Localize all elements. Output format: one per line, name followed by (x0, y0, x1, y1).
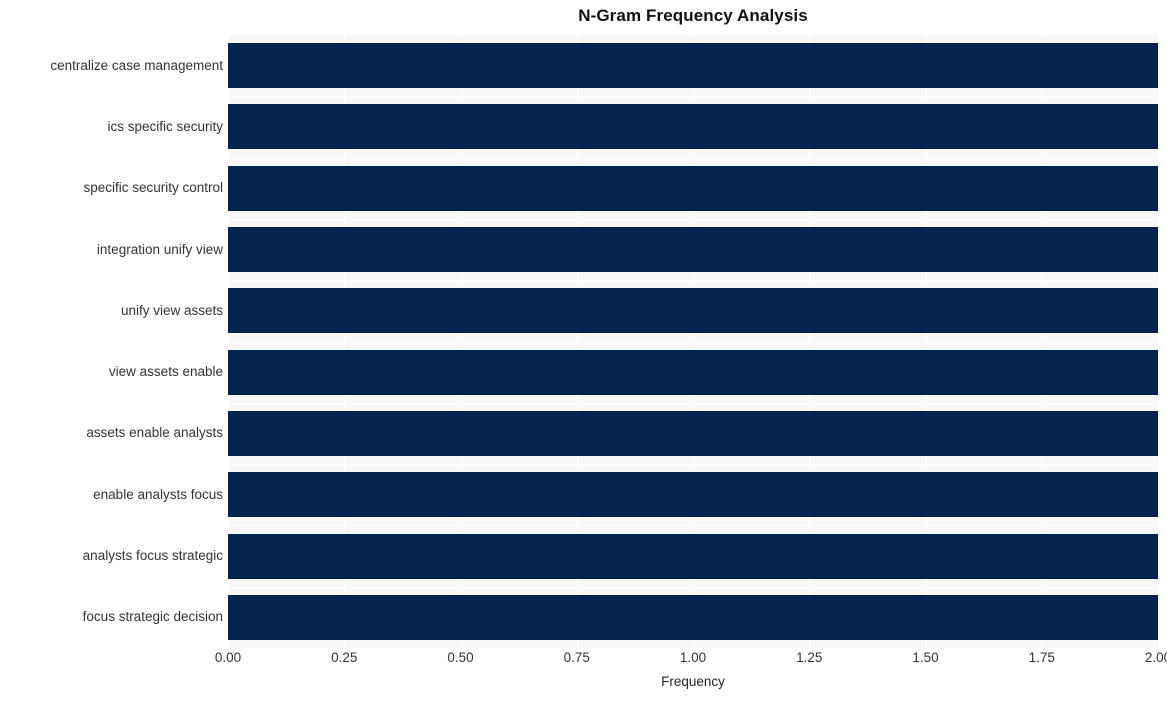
x-axis-tick-label: 1.50 (912, 650, 939, 665)
x-axis-tick-label: 2.00 (1144, 650, 1167, 665)
x-axis-label: Frequency (661, 674, 725, 689)
bar (228, 594, 1158, 640)
plot-area (228, 35, 1159, 648)
vertical-gridline (1158, 35, 1159, 648)
horizontal-gridline (228, 96, 1158, 97)
y-axis-tick-label: assets enable analysts (86, 425, 223, 441)
horizontal-gridline (228, 587, 1158, 588)
chart-title: N-Gram Frequency Analysis (578, 6, 808, 25)
horizontal-gridline (228, 525, 1158, 526)
y-axis-tick-label: unify view assets (120, 302, 223, 318)
bar (228, 165, 1158, 211)
x-axis-tick-label: 1.25 (796, 650, 823, 665)
horizontal-gridline (228, 219, 1158, 220)
bar (228, 104, 1158, 150)
bar (228, 349, 1158, 395)
horizontal-gridline (228, 403, 1158, 404)
bar (228, 410, 1158, 456)
horizontal-gridline (228, 464, 1158, 465)
x-axis-tick-label: 0.75 (563, 650, 590, 665)
y-axis-tick-label: focus strategic decision (82, 609, 223, 625)
y-axis-tick-label: analysts focus strategic (82, 548, 223, 564)
y-axis-tick-label: centralize case management (50, 57, 223, 73)
bar (228, 533, 1158, 579)
bar (228, 227, 1158, 273)
horizontal-gridline (228, 280, 1158, 281)
x-axis-tick-label: 0.50 (447, 650, 474, 665)
horizontal-gridline (228, 342, 1158, 343)
y-axis-tick-label: enable analysts focus (93, 486, 223, 502)
chart-figure: N-Gram Frequency Analysis centralize cas… (0, 0, 1167, 701)
x-axis-tick-label: 0.25 (331, 650, 358, 665)
x-axis-tick-label: 1.75 (1028, 650, 1055, 665)
x-axis-tick-label: 0.00 (214, 650, 242, 665)
bar (228, 43, 1158, 89)
bar (228, 288, 1158, 334)
y-axis-tick-label: ics specific security (107, 118, 223, 134)
y-axis-tick-label: view assets enable (108, 364, 223, 380)
y-axis-tick-label: integration unify view (96, 241, 223, 257)
bar (228, 472, 1158, 518)
x-axis-tick-labels: 0.00 0.25 0.50 0.75 1.00 1.25 1.50 1.75 2.00 (215, 650, 1167, 670)
x-axis-tick-label: 1.00 (679, 650, 707, 665)
y-axis-tick-labels: centralize case management ics specific s… (0, 35, 223, 648)
horizontal-gridline (228, 158, 1158, 159)
y-axis-tick-label: specific security control (83, 180, 223, 196)
